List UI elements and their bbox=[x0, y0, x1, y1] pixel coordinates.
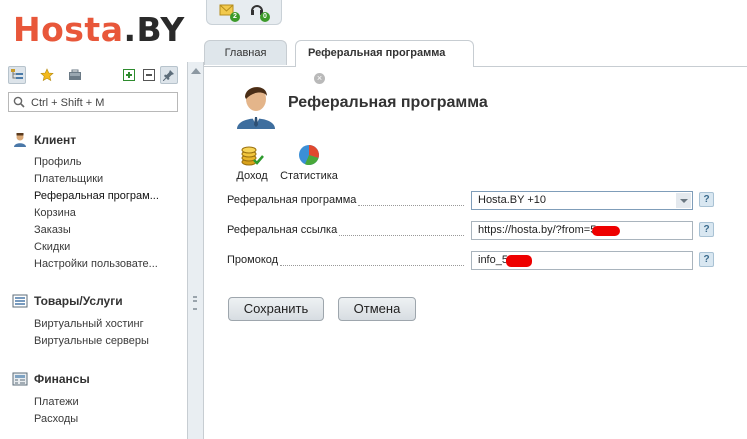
field-value: info_5 bbox=[478, 254, 508, 266]
collapse-all-icon[interactable] bbox=[140, 66, 158, 84]
sidebar-item-virtual-hosting[interactable]: Виртуальный хостинг bbox=[34, 316, 149, 333]
nav-group-title: Клиент bbox=[34, 133, 77, 147]
help-icon[interactable]: ? bbox=[699, 192, 714, 207]
save-button[interactable]: Сохранить bbox=[228, 297, 324, 321]
nav-group-products-header[interactable]: Товары/Услуги bbox=[12, 293, 149, 309]
support-badge: 0 bbox=[260, 12, 270, 22]
sidebar-item-cart[interactable]: Корзина bbox=[34, 205, 159, 222]
help-icon[interactable]: ? bbox=[699, 252, 714, 267]
select-value: Hosta.BY +10 bbox=[478, 194, 546, 206]
coins-icon bbox=[240, 143, 264, 167]
favorites-star-icon[interactable] bbox=[38, 66, 56, 84]
sidebar-toolbar bbox=[8, 66, 183, 86]
sidebar-item-orders[interactable]: Заказы bbox=[34, 222, 159, 239]
nav-group-client: Клиент Профиль Плательщики Реферальная п… bbox=[12, 132, 159, 273]
action-label: Статистика bbox=[280, 170, 338, 182]
redaction-mark bbox=[592, 226, 620, 236]
sidebar-item-user-settings[interactable]: Настройки пользовате... bbox=[34, 256, 159, 273]
tab-label: Реферальная программа bbox=[308, 47, 446, 59]
main-content: Реферальная программа Доход Статистика Р… bbox=[205, 67, 747, 439]
nav-group-client-header[interactable]: Клиент bbox=[12, 132, 159, 148]
field-value: https://hosta.by/?from=5 bbox=[478, 224, 597, 236]
tab-bar: Главная Реферальная программа× bbox=[204, 40, 747, 84]
sidebar-item-payers[interactable]: Плательщики bbox=[34, 171, 159, 188]
action-label: Доход bbox=[236, 170, 268, 182]
notifications-icon[interactable]: 2 bbox=[219, 2, 240, 22]
logo[interactable]: Hosta.BY bbox=[13, 10, 185, 49]
search-input[interactable] bbox=[29, 95, 178, 111]
sidebar-item-referral[interactable]: Реферальная програм... bbox=[34, 188, 159, 205]
sidebar-item-discounts[interactable]: Скидки bbox=[34, 239, 159, 256]
redaction-mark bbox=[506, 255, 532, 267]
nav-group-finance: Финансы Платежи Расходы bbox=[12, 371, 90, 428]
tree-view-icon[interactable] bbox=[8, 66, 26, 84]
sidebar-splitter[interactable] bbox=[188, 62, 204, 439]
sidebar-item-profile[interactable]: Профиль bbox=[34, 154, 159, 171]
expand-all-icon[interactable] bbox=[120, 66, 138, 84]
products-list-icon bbox=[12, 293, 28, 309]
cancel-button[interactable]: Отмена bbox=[338, 297, 416, 321]
chevron-down-icon[interactable] bbox=[676, 193, 691, 208]
top-icon-bar: 2 0 bbox=[206, 0, 282, 25]
nav-group-products: Товары/Услуги Виртуальный хостинг Виртуа… bbox=[12, 293, 149, 350]
promo-code-field[interactable]: info_5 bbox=[471, 251, 693, 270]
form-row-referral-program: Реферальная программа Hosta.BY +10 ? bbox=[227, 191, 737, 211]
user-avatar-icon bbox=[233, 79, 279, 129]
pie-chart-icon bbox=[297, 143, 321, 167]
search-icon bbox=[13, 96, 25, 111]
tab-home[interactable]: Главная bbox=[204, 40, 287, 65]
sidebar: Клиент Профиль Плательщики Реферальная п… bbox=[0, 62, 188, 439]
splitter-grip-icon[interactable] bbox=[193, 296, 197, 310]
tab-label: Главная bbox=[224, 47, 267, 59]
label-leader-dots bbox=[339, 235, 464, 236]
tab-referral-program[interactable]: Реферальная программа× bbox=[295, 40, 474, 84]
support-icon[interactable]: 0 bbox=[249, 2, 270, 22]
income-action-button[interactable]: Доход bbox=[232, 143, 272, 182]
referral-program-select[interactable]: Hosta.BY +10 bbox=[471, 191, 693, 210]
form-row-referral-link: Реферальная ссылка https://hosta.by/?fro… bbox=[227, 221, 737, 241]
sidebar-item-virtual-servers[interactable]: Виртуальные серверы bbox=[34, 333, 149, 350]
user-icon bbox=[12, 132, 28, 148]
statistics-action-button[interactable]: Статистика bbox=[278, 143, 340, 182]
briefcase-icon[interactable] bbox=[66, 66, 84, 84]
search-box[interactable] bbox=[8, 92, 178, 112]
form-row-promo-code: Промокод info_5 ? bbox=[227, 251, 737, 271]
logo-part1: Hosta bbox=[13, 10, 124, 49]
nav-group-title: Финансы bbox=[34, 372, 90, 386]
sidebar-item-payments[interactable]: Платежи bbox=[34, 394, 90, 411]
notifications-badge: 2 bbox=[230, 12, 240, 22]
nav-group-finance-header[interactable]: Финансы bbox=[12, 371, 90, 387]
finance-calculator-icon bbox=[12, 371, 28, 387]
referral-link-field[interactable]: https://hosta.by/?from=5 bbox=[471, 221, 693, 240]
label-leader-dots bbox=[280, 265, 464, 266]
label-leader-dots bbox=[358, 205, 464, 206]
nav-group-title: Товары/Услуги bbox=[34, 294, 123, 308]
scroll-up-arrow-icon[interactable] bbox=[191, 68, 201, 74]
logo-part2: .BY bbox=[123, 10, 185, 49]
help-icon[interactable]: ? bbox=[699, 222, 714, 237]
page-title: Реферальная программа bbox=[288, 94, 488, 111]
pin-icon[interactable] bbox=[160, 66, 178, 84]
sidebar-item-expenses[interactable]: Расходы bbox=[34, 411, 90, 428]
